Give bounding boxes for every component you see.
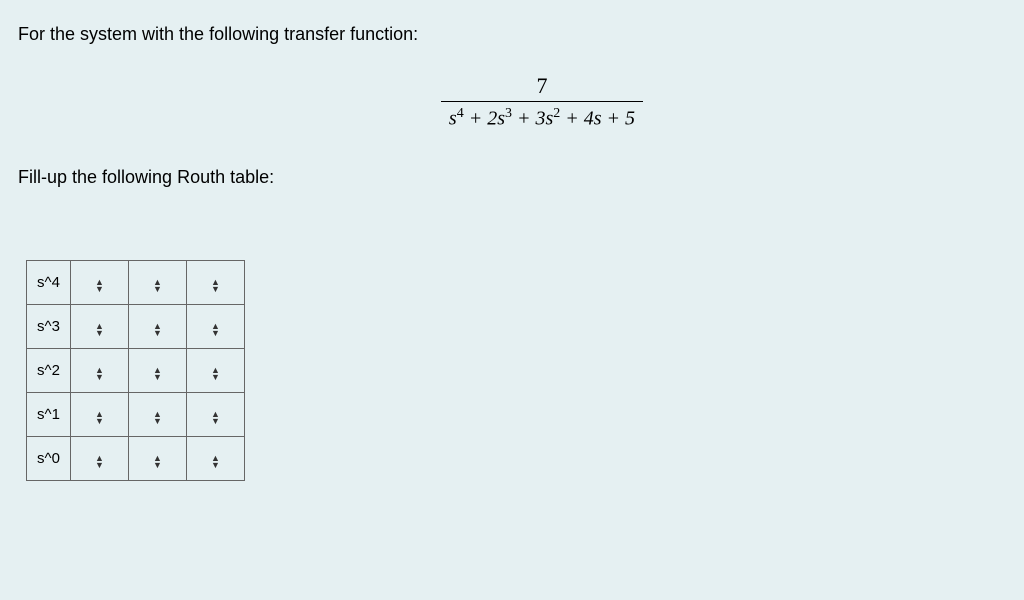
row-label: s^4 [27,260,71,304]
stepper-arrows-icon[interactable]: ▲▼ [95,455,104,469]
prompt-text-1: For the system with the following transf… [18,24,1006,45]
routh-cell-stepper[interactable]: ▲▼ [71,304,129,348]
stepper-arrows-icon[interactable]: ▲▼ [95,411,104,425]
routh-cell-stepper[interactable]: ▲▼ [129,304,187,348]
table-row: s^0 ▲▼ ▲▼ ▲▼ [27,436,245,480]
routh-cell-stepper[interactable]: ▲▼ [71,348,129,392]
routh-cell-stepper[interactable]: ▲▼ [71,260,129,304]
row-label: s^0 [27,436,71,480]
routh-cell-stepper[interactable]: ▲▼ [187,260,245,304]
stepper-arrows-icon[interactable]: ▲▼ [211,323,220,337]
stepper-arrows-icon[interactable]: ▲▼ [95,323,104,337]
table-row: s^3 ▲▼ ▲▼ ▲▼ [27,304,245,348]
routh-cell-stepper[interactable]: ▲▼ [71,436,129,480]
routh-cell-stepper[interactable]: ▲▼ [129,392,187,436]
routh-cell-stepper[interactable]: ▲▼ [71,392,129,436]
routh-cell-stepper[interactable]: ▲▼ [187,392,245,436]
formula-denominator: s4 + 2s3 + 3s2 + 4s + 5 [441,102,643,131]
stepper-arrows-icon[interactable]: ▲▼ [211,455,220,469]
stepper-arrows-icon[interactable]: ▲▼ [153,279,162,293]
formula-numerator: 7 [441,73,643,102]
routh-cell-stepper[interactable]: ▲▼ [129,436,187,480]
row-label: s^1 [27,392,71,436]
table-row: s^2 ▲▼ ▲▼ ▲▼ [27,348,245,392]
prompt-text-2: Fill-up the following Routh table: [18,167,1006,188]
transfer-function-formula: 7 s4 + 2s3 + 3s2 + 4s + 5 [78,73,1006,131]
stepper-arrows-icon[interactable]: ▲▼ [153,323,162,337]
routh-cell-stepper[interactable]: ▲▼ [187,436,245,480]
routh-table: s^4 ▲▼ ▲▼ ▲▼ s^3 ▲▼ ▲▼ ▲▼ s^2 ▲▼ ▲▼ ▲▼ s^1 ▲▼ ▲▼ ▲▼ s^0 ▲… [26,260,245,481]
table-row: s^1 ▲▼ ▲▼ ▲▼ [27,392,245,436]
table-row: s^4 ▲▼ ▲▼ ▲▼ [27,260,245,304]
stepper-arrows-icon[interactable]: ▲▼ [211,279,220,293]
row-label: s^3 [27,304,71,348]
routh-cell-stepper[interactable]: ▲▼ [187,304,245,348]
routh-cell-stepper[interactable]: ▲▼ [129,348,187,392]
stepper-arrows-icon[interactable]: ▲▼ [211,411,220,425]
stepper-arrows-icon[interactable]: ▲▼ [153,455,162,469]
stepper-arrows-icon[interactable]: ▲▼ [153,367,162,381]
row-label: s^2 [27,348,71,392]
stepper-arrows-icon[interactable]: ▲▼ [95,367,104,381]
stepper-arrows-icon[interactable]: ▲▼ [211,367,220,381]
routh-cell-stepper[interactable]: ▲▼ [129,260,187,304]
stepper-arrows-icon[interactable]: ▲▼ [95,279,104,293]
stepper-arrows-icon[interactable]: ▲▼ [153,411,162,425]
routh-cell-stepper[interactable]: ▲▼ [187,348,245,392]
routh-table-body: s^4 ▲▼ ▲▼ ▲▼ s^3 ▲▼ ▲▼ ▲▼ s^2 ▲▼ ▲▼ ▲▼ s^1 ▲▼ ▲▼ ▲▼ s^0 ▲… [27,260,245,480]
